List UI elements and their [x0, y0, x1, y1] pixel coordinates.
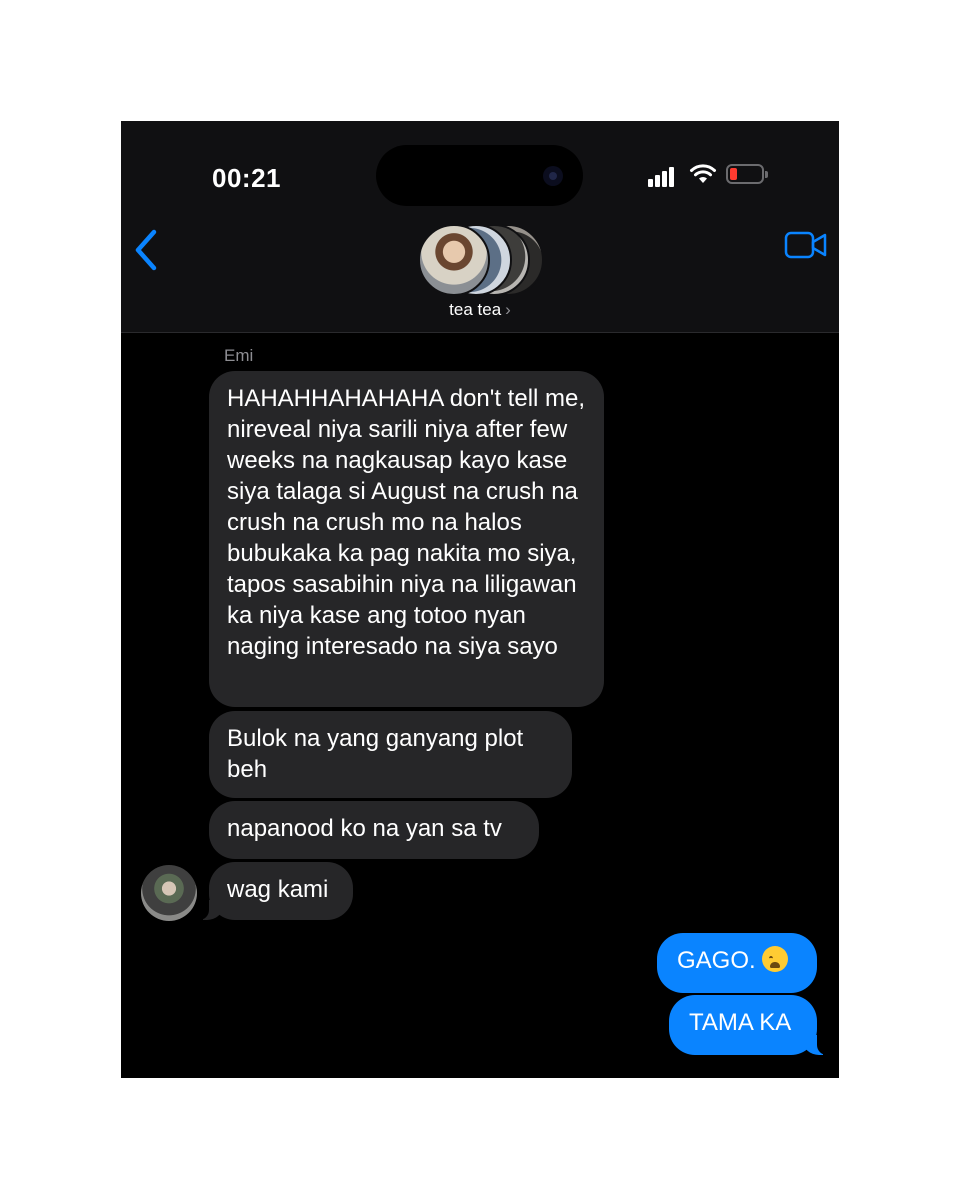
conversation-header: tea tea ›	[121, 216, 839, 333]
incoming-message-bubble[interactable]: napanood ko na yan sa tv	[209, 801, 539, 859]
crying-face-emoji	[762, 946, 789, 972]
wifi-icon	[690, 164, 716, 183]
dynamic-island	[376, 145, 583, 206]
battery-icon	[726, 164, 768, 184]
incoming-message-bubble[interactable]: HAHAHHAHAHAHA don't tell me, nireveal ni…	[209, 371, 604, 707]
group-name: tea tea	[449, 300, 502, 319]
group-name-button[interactable]: tea tea ›	[121, 300, 839, 320]
status-time: 00:21	[212, 163, 281, 193]
signal-icon	[648, 165, 680, 187]
back-chevron-icon[interactable]	[132, 228, 160, 272]
front-camera	[543, 166, 563, 186]
video-camera-icon[interactable]	[784, 230, 828, 260]
phone-screen: 00:21 tea tea › Emi HAHAHHAHAHAHA don't …	[121, 121, 839, 1078]
incoming-message-bubble[interactable]: wag kami	[199, 862, 353, 920]
cut-off-sender-label	[224, 1069, 229, 1078]
avatar	[418, 224, 490, 296]
message-text: GAGO.	[677, 947, 756, 974]
group-avatar-stack[interactable]	[418, 224, 544, 296]
sender-avatar[interactable]	[141, 865, 197, 921]
sender-name: Emi	[224, 346, 254, 365]
status-bar: 00:21	[121, 121, 839, 231]
incoming-message-bubble[interactable]: Bulok na yang ganyang plot beh	[209, 711, 572, 798]
outgoing-message-bubble[interactable]: GAGO.	[657, 933, 817, 993]
chevron-right-icon: ›	[505, 300, 511, 319]
outgoing-message-bubble[interactable]: TAMA KA	[669, 995, 827, 1055]
